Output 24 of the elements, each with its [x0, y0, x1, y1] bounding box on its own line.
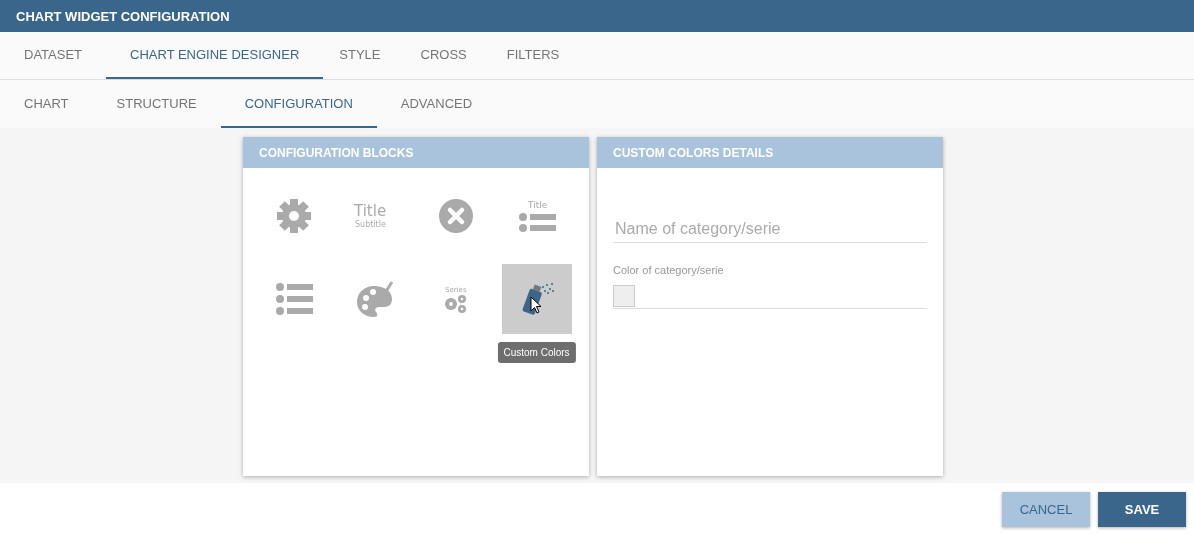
tab[interactable]: DATASET: [8, 32, 107, 79]
panel-header: CONFIGURATION BLOCKS: [243, 137, 589, 168]
subtab[interactable]: ADVANCED: [376, 80, 497, 128]
cursor-icon: [529, 296, 542, 314]
block-tile[interactable]: Title: [501, 181, 572, 251]
tab[interactable]: CROSS: [404, 32, 491, 79]
gear-icon: [276, 199, 311, 233]
tooltip: Custom Colors: [497, 342, 576, 363]
subtab[interactable]: CHART: [8, 80, 93, 128]
name-input-field[interactable]: Name of category/serie: [613, 216, 927, 243]
palette-icon: [355, 280, 394, 318]
tab[interactable]: STYLE: [323, 32, 405, 79]
tab[interactable]: FILTERS: [490, 32, 584, 79]
close-icon: [437, 198, 474, 234]
subtab[interactable]: STRUCTURE: [92, 80, 221, 128]
list-icon: [274, 282, 313, 316]
field-label: Color of category/serie: [613, 264, 725, 276]
cancel-button[interactable]: CANCEL: [1002, 491, 1090, 527]
title-subtitle-icon: Title Subtitle: [352, 201, 397, 231]
block-tile[interactable]: Title Subtitle: [339, 181, 410, 251]
color-swatch[interactable]: [613, 285, 635, 307]
window-title: CHART WIDGET CONFIGURATION: [0, 0, 1194, 32]
panel-header: CUSTOM COLORS DETAILS: [597, 137, 943, 168]
save-button[interactable]: SAVE: [1098, 491, 1186, 527]
